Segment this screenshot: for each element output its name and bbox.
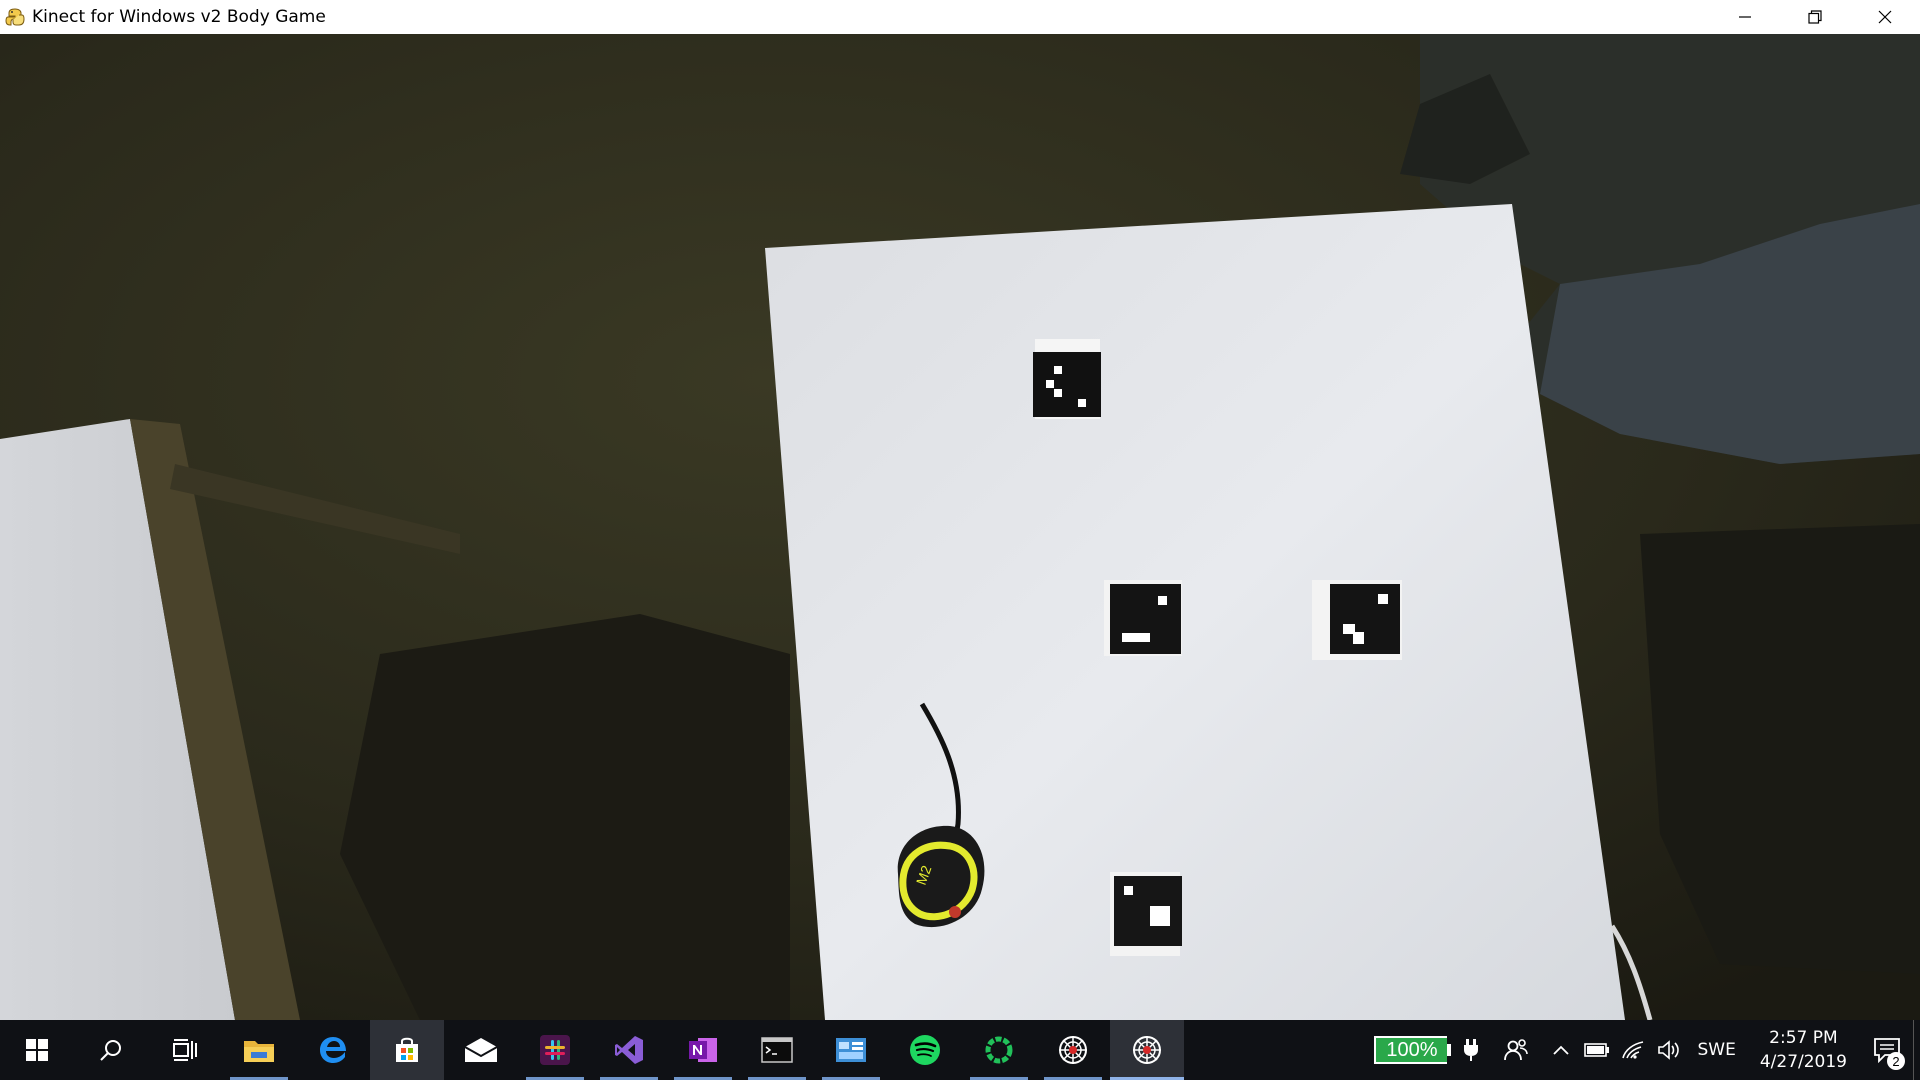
system-tray: 100% SWE 2:57 PM 4/27/2019 2 [1374, 1020, 1920, 1080]
chevron-up-icon [1553, 1045, 1570, 1055]
battery-cap [1447, 1044, 1452, 1056]
plug-icon-button[interactable] [1453, 1020, 1489, 1080]
clock-date: 4/27/2019 [1759, 1052, 1847, 1072]
task-view-icon [173, 1039, 197, 1061]
people-button[interactable] [1489, 1020, 1543, 1080]
window-controls [1710, 0, 1920, 34]
taskbar: 100% SWE 2:57 PM 4/27/2019 2 [0, 1020, 1920, 1080]
chair-shadow [340, 614, 790, 1020]
terminal-icon [761, 1037, 793, 1063]
camera-feed: M2 [0, 34, 1920, 1020]
store-icon [396, 1037, 418, 1062]
network-button[interactable] [1615, 1020, 1651, 1080]
minimize-icon [1739, 16, 1751, 18]
aruco-marker [1033, 339, 1101, 419]
close-icon [1878, 10, 1892, 24]
taskbar-spotify[interactable] [888, 1020, 962, 1080]
input-language[interactable]: SWE [1687, 1040, 1745, 1060]
taskbar-mail[interactable] [444, 1020, 518, 1080]
notification-count: 2 [1887, 1052, 1905, 1070]
onenote-icon [689, 1038, 717, 1062]
taskbar-kinect-game-2[interactable] [1110, 1020, 1184, 1080]
volume-button[interactable] [1651, 1020, 1687, 1080]
taskbar-edge[interactable] [296, 1020, 370, 1080]
search-button[interactable] [74, 1020, 148, 1080]
mail-icon [464, 1038, 498, 1062]
slack-icon [540, 1035, 570, 1065]
control-panel-icon [836, 1038, 866, 1062]
aruco-marker [1110, 872, 1182, 956]
folder-icon [244, 1041, 274, 1062]
close-button[interactable] [1850, 0, 1920, 34]
aruco-marker [1104, 580, 1182, 656]
aruco-marker [1312, 580, 1402, 660]
taskbar-loader-app[interactable] [962, 1020, 1036, 1080]
taskbar-control-panel[interactable] [814, 1020, 888, 1080]
python-snake-icon [4, 6, 26, 28]
taskbar-visual-studio[interactable] [592, 1020, 666, 1080]
start-button[interactable] [0, 1020, 74, 1080]
battery-indicator[interactable]: 100% [1374, 1036, 1452, 1064]
people-icon [1504, 1039, 1529, 1061]
wifi-icon [1622, 1041, 1644, 1059]
spider-web-icon [1133, 1036, 1161, 1064]
spotify-icon [910, 1035, 940, 1065]
white-table [765, 204, 1625, 1020]
taskbar-onenote[interactable] [666, 1020, 740, 1080]
restore-icon [1808, 10, 1822, 24]
title-bar[interactable]: Kinect for Windows v2 Body Game [0, 0, 1920, 34]
taskbar-store[interactable] [370, 1020, 444, 1080]
window-title: Kinect for Windows v2 Body Game [32, 7, 326, 27]
show-hidden-icons-button[interactable] [1543, 1020, 1579, 1080]
minimize-button[interactable] [1710, 0, 1780, 34]
windows-logo-icon [26, 1039, 48, 1061]
speaker-icon [1658, 1040, 1680, 1060]
clock-time: 2:57 PM [1769, 1028, 1838, 1048]
action-center-button[interactable]: 2 [1861, 1020, 1913, 1080]
search-icon [100, 1040, 121, 1061]
visual-studio-icon [615, 1036, 643, 1064]
taskbar-terminal[interactable] [740, 1020, 814, 1080]
battery-icon [1584, 1043, 1610, 1057]
camera-scene: M2 [0, 34, 1920, 1020]
taskbar-kinect-game-1[interactable] [1036, 1020, 1110, 1080]
plug-icon [1464, 1039, 1479, 1061]
edge-icon [320, 1037, 346, 1063]
taskbar-file-explorer[interactable] [222, 1020, 296, 1080]
clock[interactable]: 2:57 PM 4/27/2019 [1746, 1026, 1861, 1074]
task-view-button[interactable] [148, 1020, 222, 1080]
spider-web-icon [1059, 1036, 1087, 1064]
battery-status-button[interactable] [1579, 1020, 1615, 1080]
taskbar-slack[interactable] [518, 1020, 592, 1080]
battery-percent: 100% [1376, 1038, 1448, 1062]
ring-icon [985, 1036, 1013, 1064]
restore-button[interactable] [1780, 0, 1850, 34]
show-desktop-button[interactable] [1913, 1020, 1920, 1080]
